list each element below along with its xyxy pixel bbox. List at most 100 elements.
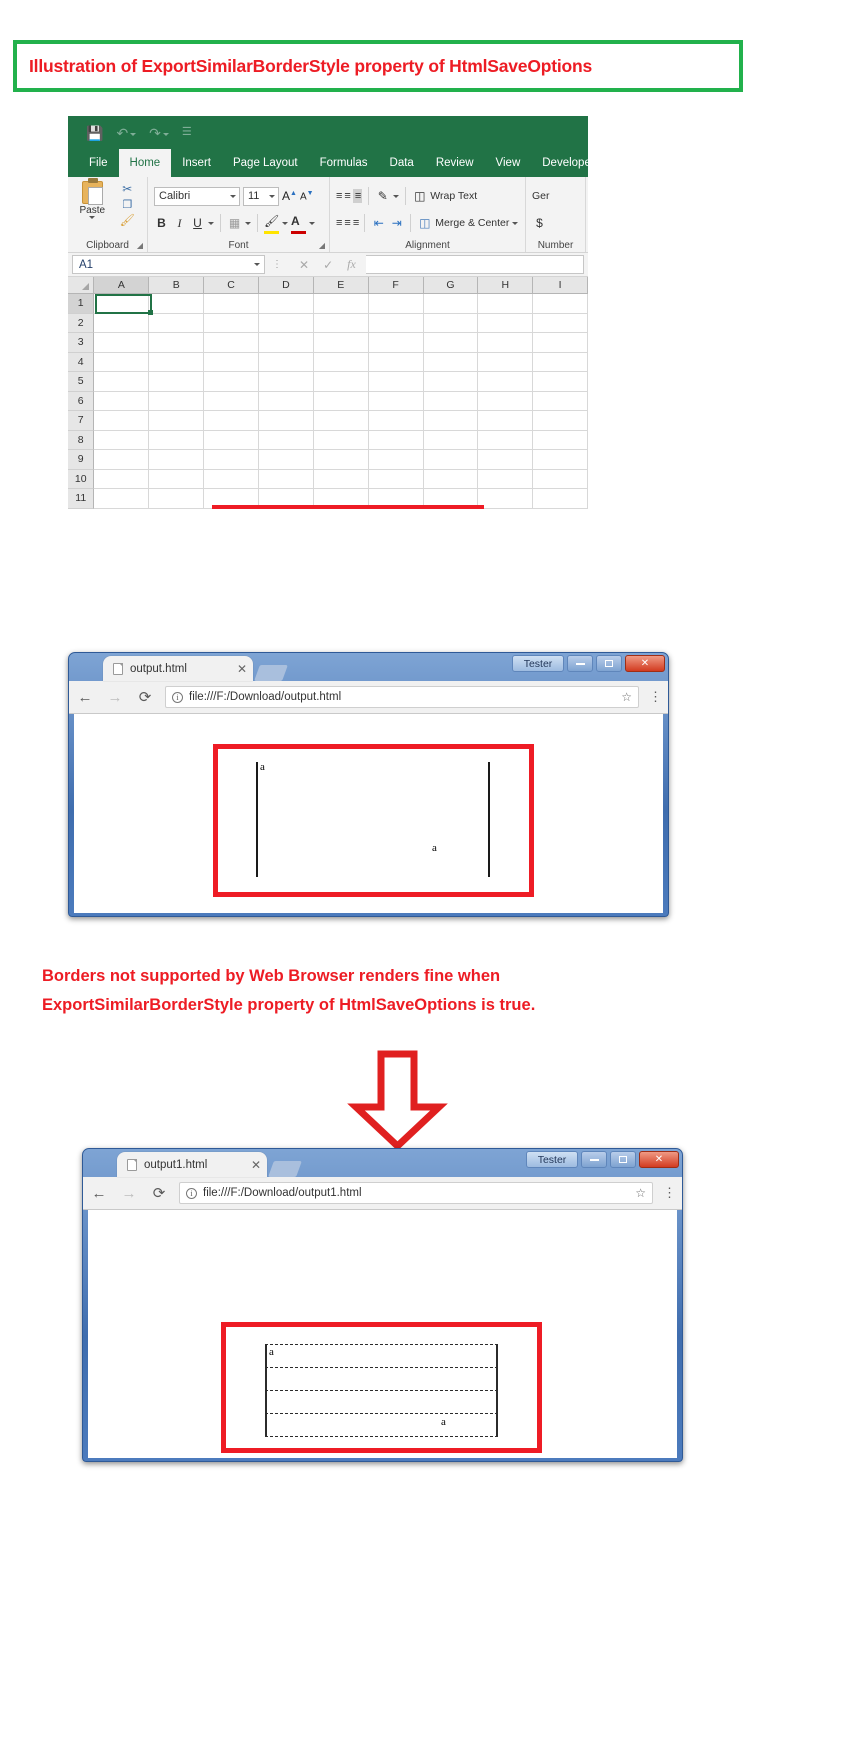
- cell-d11[interactable]: [258, 489, 314, 509]
- align-center-icon[interactable]: ≡: [344, 217, 351, 229]
- format-painter-icon[interactable]: 🖌: [120, 213, 135, 227]
- cell-e12[interactable]: [313, 508, 369, 509]
- back-icon[interactable]: ←: [89, 1185, 109, 1202]
- reload-icon[interactable]: ⟳: [149, 1184, 169, 1202]
- cell-b2[interactable]: [149, 313, 205, 333]
- cell-h2[interactable]: [478, 313, 534, 333]
- cell-i5[interactable]: [533, 372, 588, 392]
- cell-f2[interactable]: [368, 313, 424, 333]
- column-header-h[interactable]: H: [478, 277, 534, 294]
- cell-c9[interactable]: [204, 450, 259, 470]
- cell-c1[interactable]: [204, 294, 259, 314]
- browser-tab-output1-html[interactable]: output1.html ✕: [117, 1152, 267, 1177]
- cell-i3[interactable]: [533, 333, 588, 353]
- fill-color-button[interactable]: 🖌: [264, 212, 279, 234]
- cell-i1[interactable]: [533, 294, 588, 314]
- cell-e11[interactable]: [313, 489, 369, 509]
- cell-h6[interactable]: [478, 391, 534, 411]
- font-dialog-launcher-icon[interactable]: ◢: [319, 241, 325, 250]
- cell-d9[interactable]: [258, 450, 314, 470]
- maximize-button[interactable]: [610, 1151, 636, 1168]
- cell-d12[interactable]: [258, 508, 314, 509]
- borders-icon[interactable]: ▦: [227, 216, 242, 230]
- cell-a12[interactable]: [94, 508, 150, 509]
- row-header-9[interactable]: 9: [68, 450, 95, 470]
- wrap-text-button[interactable]: Wrap Text: [430, 190, 477, 202]
- forward-icon[interactable]: →: [105, 689, 125, 706]
- row-header-2[interactable]: 2: [68, 313, 95, 333]
- column-header-i[interactable]: I: [533, 277, 588, 294]
- minimize-button[interactable]: [567, 655, 593, 672]
- column-header-a[interactable]: A: [94, 277, 150, 294]
- tab-developer[interactable]: Developer: [531, 149, 588, 177]
- chevron-down-icon[interactable]: [309, 221, 315, 225]
- browser-tab-output-html[interactable]: output.html ✕: [103, 656, 253, 681]
- cell-d3[interactable]: [258, 333, 314, 353]
- cell-g2[interactable]: [423, 313, 479, 333]
- close-tab-icon[interactable]: ✕: [251, 1158, 261, 1172]
- cell-b1[interactable]: [149, 294, 205, 314]
- column-header-d[interactable]: D: [258, 277, 314, 294]
- bold-button[interactable]: B: [154, 216, 169, 230]
- cell-e4[interactable]: [313, 352, 369, 372]
- cell-c7[interactable]: [204, 411, 259, 431]
- cell-h3[interactable]: [478, 333, 534, 353]
- cell-g7[interactable]: [423, 411, 479, 431]
- cell-f5[interactable]: [368, 372, 424, 392]
- cell-h12[interactable]: [478, 508, 534, 509]
- cell-g1[interactable]: [423, 294, 479, 314]
- cell-h5[interactable]: [478, 372, 534, 392]
- copy-icon[interactable]: ❐: [122, 198, 132, 211]
- align-top-icon[interactable]: ≡: [336, 190, 343, 202]
- cell-i10[interactable]: [533, 469, 588, 489]
- browser-menu-icon[interactable]: ⋮: [663, 1186, 676, 1199]
- bookmark-icon[interactable]: ☆: [635, 1186, 646, 1200]
- cell-b3[interactable]: [149, 333, 205, 353]
- cell-f4[interactable]: [368, 352, 424, 372]
- save-icon[interactable]: 💾: [86, 126, 103, 140]
- row-header-12[interactable]: 12: [68, 508, 95, 509]
- new-tab-button[interactable]: [254, 665, 288, 681]
- cell-b6[interactable]: [149, 391, 205, 411]
- italic-button[interactable]: I: [172, 216, 187, 231]
- cancel-formula-icon[interactable]: ✕: [299, 258, 309, 272]
- tab-page-layout[interactable]: Page Layout: [222, 149, 309, 177]
- cell-d8[interactable]: [258, 430, 314, 450]
- cell-f9[interactable]: [368, 450, 424, 470]
- orientation-icon[interactable]: ✎: [375, 189, 390, 203]
- cell-h8[interactable]: [478, 430, 534, 450]
- chevron-down-icon[interactable]: [512, 221, 519, 225]
- column-header-g[interactable]: G: [423, 277, 479, 294]
- column-header-b[interactable]: B: [149, 277, 205, 294]
- cell-h11[interactable]: [478, 489, 534, 509]
- cell-a6[interactable]: [94, 391, 150, 411]
- cell-a11[interactable]: [94, 489, 150, 509]
- address-bar[interactable]: i file:///F:/Download/output1.html ☆: [179, 1182, 653, 1204]
- chevron-down-icon[interactable]: [208, 221, 214, 225]
- cell-a5[interactable]: [94, 372, 150, 392]
- cell-b5[interactable]: [149, 372, 205, 392]
- tab-home[interactable]: Home: [118, 149, 172, 177]
- browser-menu-icon[interactable]: ⋮: [649, 690, 662, 703]
- cell-e9[interactable]: [313, 450, 369, 470]
- decrease-indent-icon[interactable]: ⇤: [371, 216, 386, 230]
- customize-qat-icon[interactable]: ☰: [182, 127, 192, 138]
- cell-e7[interactable]: [313, 411, 369, 431]
- cell-a1[interactable]: [94, 294, 150, 314]
- cell-b8[interactable]: [149, 430, 205, 450]
- cell-g8[interactable]: [423, 430, 479, 450]
- tab-formulas[interactable]: Formulas: [309, 149, 379, 177]
- formula-input[interactable]: [365, 255, 584, 274]
- close-button[interactable]: ✕: [639, 1151, 679, 1168]
- cell-f8[interactable]: [368, 430, 424, 450]
- currency-format-icon[interactable]: $: [532, 216, 547, 230]
- cell-g6[interactable]: [423, 391, 479, 411]
- align-bottom-icon[interactable]: ≡: [352, 189, 363, 203]
- address-bar[interactable]: i file:///F:/Download/output.html ☆: [165, 686, 639, 708]
- font-size-select[interactable]: 11: [243, 186, 279, 206]
- cell-d6[interactable]: [258, 391, 314, 411]
- cell-f7[interactable]: [368, 411, 424, 431]
- new-tab-button[interactable]: [268, 1161, 302, 1177]
- cell-c4[interactable]: [204, 352, 259, 372]
- cell-f10[interactable]: [368, 469, 424, 489]
